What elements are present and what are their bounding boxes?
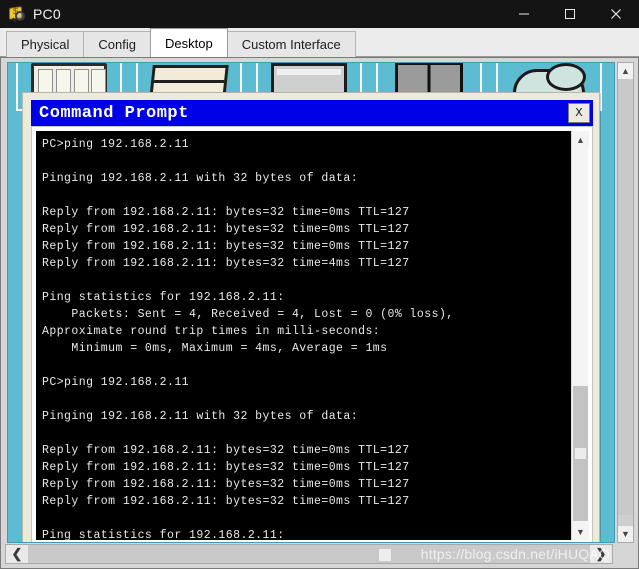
tab-config-label: Config [98,37,136,52]
terminal-vertical-scrollbar[interactable]: ▲ ▼ [571,131,589,540]
desktop-scroll-down-arrow[interactable]: ▼ [618,526,633,542]
desktop-horizontal-scrollbar[interactable]: ❮ ❯ [5,544,613,564]
desktop-frame: Command Prompt X PC>ping 192.168.2.11 Pi… [0,57,639,569]
window-titlebar: PC0 [0,0,639,28]
window-title: PC0 [33,6,61,22]
tab-custom-interface-label: Custom Interface [241,37,341,52]
command-prompt-titlebar[interactable]: Command Prompt X [31,100,593,126]
command-prompt-close-button[interactable]: X [568,103,590,123]
desktop-scroll-up-arrow[interactable]: ▲ [618,63,633,79]
tab-desktop-label: Desktop [165,35,213,51]
application-window: PC0 Physical [0,0,639,569]
tab-bar: Physical Config Desktop Custom Interface [0,28,639,57]
maximize-button[interactable] [547,0,593,28]
terminal-scroll-up-arrow[interactable]: ▲ [572,131,589,148]
tab-desktop[interactable]: Desktop [150,28,228,57]
tab-physical[interactable]: Physical [6,31,85,57]
terminal-text: PC>ping 192.168.2.11 Pinging 192.168.2.1… [42,138,454,540]
command-prompt-window[interactable]: Command Prompt X PC>ping 192.168.2.11 Pi… [22,92,600,542]
minimize-button[interactable] [501,0,547,28]
maximize-icon [565,9,575,19]
desktop-horizontal-scroll-thumb[interactable] [28,545,590,563]
command-prompt-body: PC>ping 192.168.2.11 Pinging 192.168.2.1… [31,126,593,542]
desktop-vertical-scrollbar[interactable]: ▲ ▼ [617,62,634,543]
minimize-icon [519,13,529,15]
command-prompt-title: Command Prompt [39,103,189,123]
tab-physical-label: Physical [21,37,70,52]
terminal-scroll-down-arrow[interactable]: ▼ [572,523,589,540]
close-icon [611,9,621,19]
desktop-canvas[interactable]: Command Prompt X PC>ping 192.168.2.11 Pi… [7,62,615,543]
desktop-vertical-scroll-thumb[interactable] [618,79,633,515]
tab-config[interactable]: Config [83,31,151,57]
money-magnifier-icon [7,4,27,24]
close-button[interactable] [593,0,639,28]
terminal-scroll-grip [575,448,586,459]
desktop-scroll-right-arrow[interactable]: ❯ [590,545,612,563]
tab-custom-interface[interactable]: Custom Interface [226,31,356,57]
terminal-scroll-thumb[interactable] [573,386,588,521]
window-controls [501,0,639,28]
terminal-output-area[interactable]: PC>ping 192.168.2.11 Pinging 192.168.2.1… [36,131,571,540]
desktop-scroll-left-arrow[interactable]: ❮ [6,545,28,563]
desktop-horizontal-scroll-grip [379,549,391,561]
